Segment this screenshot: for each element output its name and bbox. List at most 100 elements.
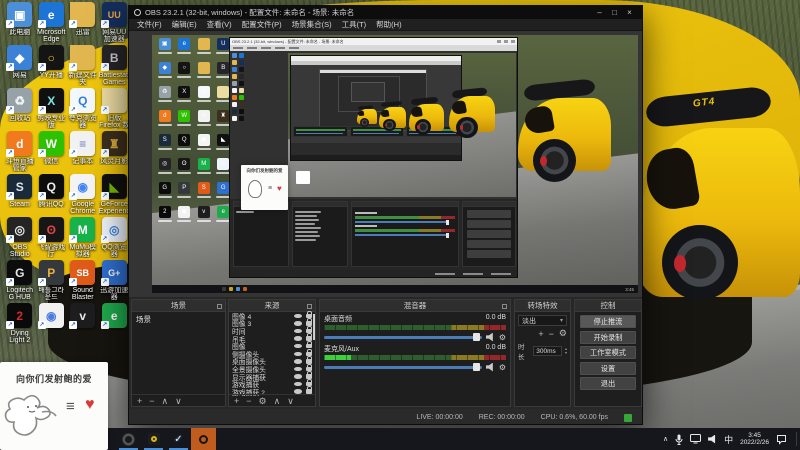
- scene-sticker-source[interactable]: 向你们发射鲍的爱 ≡ ♥: [241, 165, 288, 210]
- visibility-eye-icon[interactable]: [294, 336, 302, 341]
- dock-menu-icon[interactable]: [217, 304, 222, 309]
- menu-item-4[interactable]: 场景集合(S): [287, 19, 337, 30]
- menu-item-3[interactable]: 配置文件(P): [237, 19, 287, 30]
- sources-toolbar-button[interactable]: −: [246, 396, 251, 406]
- desktop-icon[interactable]: v ↗: [67, 303, 99, 346]
- obs-window[interactable]: OBS 23.2.1 (32-bit, windows) - 配置文件: 未命名…: [128, 5, 643, 425]
- desktop-icon[interactable]: G+ ↗ 迅游加速器: [99, 260, 131, 303]
- desktop-icon[interactable]: SB ↗ Sound Blaster: [67, 260, 99, 303]
- maximize-button[interactable]: □: [607, 6, 622, 19]
- obs-titlebar[interactable]: OBS 23.2.1 (32-bit, windows) - 配置文件: 未命名…: [129, 6, 642, 19]
- visibility-eye-icon[interactable]: [294, 366, 302, 372]
- desktop-icon[interactable]: S ↗ Steam: [4, 174, 36, 217]
- lock-icon[interactable]: [306, 341, 312, 349]
- action-center-icon[interactable]: [776, 434, 787, 445]
- desktop-icon[interactable]: ◉ ↗: [36, 303, 68, 346]
- taskbar-app-check[interactable]: ✓: [166, 428, 191, 450]
- control-button-4[interactable]: 退出: [580, 377, 636, 390]
- desktop-icon[interactable]: ↗旧版 Firefox 数据: [99, 88, 131, 131]
- desktop-icon[interactable]: P ↗ 배틀그라운드: [36, 260, 68, 303]
- lock-icon[interactable]: [306, 318, 312, 326]
- show-desktop-button[interactable]: [796, 432, 797, 446]
- speaker-icon[interactable]: [485, 362, 493, 372]
- visibility-eye-icon[interactable]: [294, 328, 302, 334]
- desktop-icon[interactable]: ○ ↗ YY开播: [36, 45, 68, 88]
- transition-tool-button[interactable]: +: [538, 329, 543, 339]
- transition-tool-button[interactable]: ⚙: [559, 328, 567, 339]
- desktop-icon[interactable]: d ↗ 斗鱼直播管家: [4, 131, 36, 174]
- visibility-eye-icon[interactable]: [294, 351, 302, 357]
- microphone-icon[interactable]: [675, 434, 683, 445]
- taskbar-clock[interactable]: 3:45 2022/2/26: [740, 432, 769, 447]
- sources-toolbar-button[interactable]: ∧: [274, 396, 281, 406]
- desktop-icon[interactable]: UU ↗ 网易UU加速器: [99, 2, 131, 45]
- desktop-icon[interactable]: M ↗ MuMu模拟器: [67, 217, 99, 260]
- visibility-eye-icon[interactable]: [294, 359, 302, 364]
- desktop-icon[interactable]: ◉ ↗ Google Chrome: [67, 174, 99, 217]
- menu-item-0[interactable]: 文件(F): [132, 19, 167, 30]
- desktop-icon[interactable]: G ↗ Logitech G HUB: [4, 260, 36, 303]
- dock-menu-icon[interactable]: [502, 304, 507, 309]
- taskbar-app-yy[interactable]: [141, 428, 166, 450]
- close-button[interactable]: ×: [622, 6, 637, 19]
- desktop-icon[interactable]: X ↗ 剪映专业版: [36, 88, 68, 131]
- gear-icon[interactable]: ⚙: [499, 333, 506, 342]
- desktop-icon[interactable]: Q ↗ 夸克浏览器: [67, 88, 99, 131]
- scene-list[interactable]: 场景: [132, 312, 225, 327]
- menu-item-2[interactable]: 查看(V): [202, 19, 237, 30]
- volume-icon[interactable]: [708, 434, 716, 444]
- desktop-icon[interactable]: ◎ ↗ OBS Studio: [4, 217, 36, 260]
- lock-icon[interactable]: [306, 356, 312, 364]
- desktop-icon[interactable]: 2 ↗ Dying Light 2: [4, 303, 36, 346]
- sources-toolbar-button[interactable]: ∨: [287, 396, 294, 406]
- desktop-icon[interactable]: ◣↗GeForce Experience: [99, 174, 131, 217]
- sources-scrollbar[interactable]: [313, 314, 315, 340]
- taskbar[interactable]: ✓ ∧ 中 3:45 2022/2/26: [0, 428, 800, 450]
- source-list[interactable]: 图像 4 图像 3 时间 吊毛 图像 侧摄像头 桌面摄像头 全景摄像头 显示器捕获 游戏捕获 游戏捕…: [229, 310, 315, 397]
- scenes-toolbar-button[interactable]: ∧: [162, 396, 169, 406]
- desktop-icon[interactable]: ♜ ↗ 风灵月影: [99, 131, 131, 174]
- tray-expand-icon[interactable]: ∧: [663, 435, 668, 443]
- control-button-3[interactable]: 设置: [580, 361, 636, 375]
- preview-scene[interactable]: ▣ e U ◆ ○ B ♻ X Qd W ≡ ♜ S Q ◉ ◣ ◎ ʘ M ◎ G P S G 2 ◉ v e OBS 23.2.1…: [152, 35, 638, 293]
- desktop-icon[interactable]: ▣ ↗ 此电脑: [4, 2, 36, 45]
- speaker-icon[interactable]: [485, 332, 493, 342]
- sources-toolbar-button[interactable]: +: [234, 396, 239, 406]
- menu-item-6[interactable]: 帮助(H): [371, 19, 406, 30]
- visibility-eye-icon[interactable]: [294, 313, 302, 319]
- desktop-icon[interactable]: Q ↗ 腾讯QQ: [36, 174, 68, 217]
- menu-item-1[interactable]: 编辑(E): [167, 19, 202, 30]
- desktop-icon[interactable]: B ↗ Battlestate Games: [99, 45, 131, 88]
- sources-toolbar-button[interactable]: ⚙: [259, 396, 267, 406]
- display-icon[interactable]: [690, 434, 702, 444]
- desktop-icon[interactable]: ↗ 新建文件夹: [67, 45, 99, 88]
- transition-select[interactable]: 淡出 ▾: [518, 315, 567, 326]
- visibility-eye-icon[interactable]: [294, 374, 302, 379]
- transition-tool-button[interactable]: −: [549, 329, 554, 339]
- desktop-icon[interactable]: ◎ ↗ QQ浏览器: [99, 217, 131, 260]
- desktop-icon[interactable]: e ↗: [99, 303, 131, 346]
- scene-list-item[interactable]: 场景: [132, 312, 225, 327]
- desktop-icon[interactable]: W ↗ 微信: [36, 131, 68, 174]
- scenes-toolbar-button[interactable]: −: [149, 396, 154, 406]
- duration-spinner[interactable]: ▴ ▾: [565, 347, 567, 355]
- duration-field[interactable]: 300ms: [533, 346, 562, 356]
- taskbar-app-obs[interactable]: [191, 428, 216, 450]
- dock-menu-icon[interactable]: [307, 304, 312, 309]
- visibility-eye-icon[interactable]: [294, 321, 302, 326]
- desktop-icon[interactable]: ◆ ↗ 网易: [4, 45, 36, 88]
- ime-indicator[interactable]: 中: [724, 433, 733, 446]
- control-button-0[interactable]: 停止推流: [580, 315, 636, 328]
- preview-area[interactable]: ▣ e U ◆ ○ B ♻ X Qd W ≡ ♜ S Q ◉ ◣ ◎ ʘ M ◎ G P S G 2 ◉ v e OBS 23.2.1…: [129, 31, 642, 297]
- volume-slider[interactable]: [324, 333, 482, 341]
- volume-slider[interactable]: [324, 363, 482, 371]
- control-button-1[interactable]: 开始录制: [580, 330, 636, 344]
- desktop-icon[interactable]: ≡ ↗ 记事本: [67, 131, 99, 174]
- desktop-icon[interactable]: ↗ 迅雷: [67, 2, 99, 45]
- menu-item-5[interactable]: 工具(T): [337, 19, 372, 30]
- desktop-icon[interactable]: ʘ ↗ 飞智游戏厅: [36, 217, 68, 260]
- gear-icon[interactable]: ⚙: [499, 363, 506, 372]
- visibility-eye-icon[interactable]: [294, 381, 302, 387]
- desktop-icon[interactable]: e ↗ Microsoft Edge: [36, 2, 68, 45]
- control-button-2[interactable]: 工作室模式: [580, 346, 636, 359]
